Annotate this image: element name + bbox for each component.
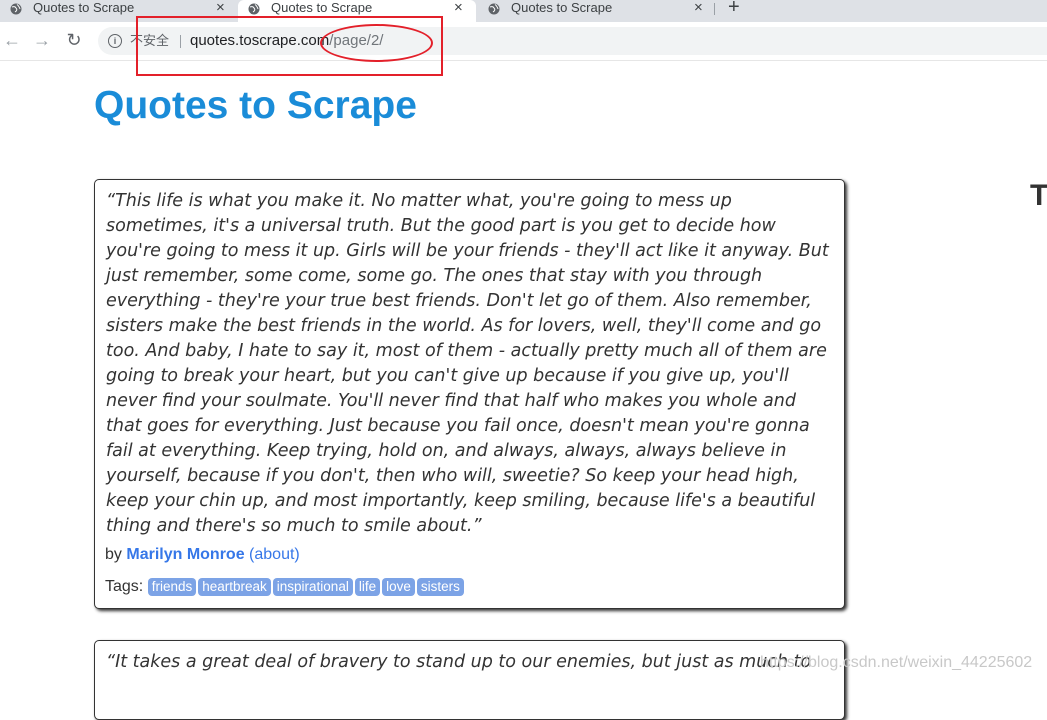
quote-text: “This life is what you make it. No matte… [106, 191, 829, 536]
tab-title: Quotes to Scrape [33, 0, 135, 15]
tags-row: Tags: friends heartbreak inspirational life… [105, 578, 466, 596]
back-arrow-icon[interactable]: ← [2, 30, 22, 50]
tag-link[interactable]: sisters [416, 578, 464, 596]
tab-title: Quotes to Scrape [511, 0, 613, 15]
quote-byline: by Marilyn Monroe (about) [105, 546, 300, 564]
quote-text: “It takes a great deal of bravery to sta… [106, 652, 812, 672]
tab-divider [714, 3, 715, 15]
quote-card: “This life is what you make it. No matte… [94, 179, 845, 609]
info-icon[interactable]: i [108, 34, 122, 48]
tag-link[interactable]: heartbreak [198, 578, 271, 596]
tab-title: Quotes to Scrape [271, 0, 373, 15]
watermark: https://blog.csdn.net/weixin_44225602 [760, 654, 1033, 671]
close-tab-icon[interactable]: × [216, 0, 225, 15]
by-label: by [105, 546, 122, 563]
quote-card: “It takes a great deal of bravery to sta… [94, 640, 845, 720]
sidebar-heading: T [1030, 179, 1047, 212]
tag-link[interactable]: inspirational [272, 578, 353, 596]
new-tab-button[interactable]: + [728, 0, 740, 17]
forward-arrow-icon[interactable]: → [32, 30, 52, 50]
tag-link[interactable]: friends [147, 578, 197, 596]
tag-link[interactable]: life [354, 578, 381, 596]
globe-icon [248, 3, 260, 15]
globe-icon [10, 3, 22, 15]
close-tab-icon[interactable]: × [694, 0, 703, 15]
reload-icon[interactable]: ↻ [64, 30, 84, 50]
close-tab-icon[interactable]: × [454, 0, 463, 15]
tag-link[interactable]: love [382, 578, 415, 596]
globe-icon [488, 3, 500, 15]
tab-3[interactable]: Quotes to Scrape × [478, 0, 710, 22]
about-link[interactable]: (about) [249, 546, 300, 563]
annotation-ellipse [320, 24, 433, 62]
tags-label: Tags: [105, 578, 144, 595]
author-name: Marilyn Monroe [126, 546, 245, 563]
page-title[interactable]: Quotes to Scrape [94, 84, 417, 128]
